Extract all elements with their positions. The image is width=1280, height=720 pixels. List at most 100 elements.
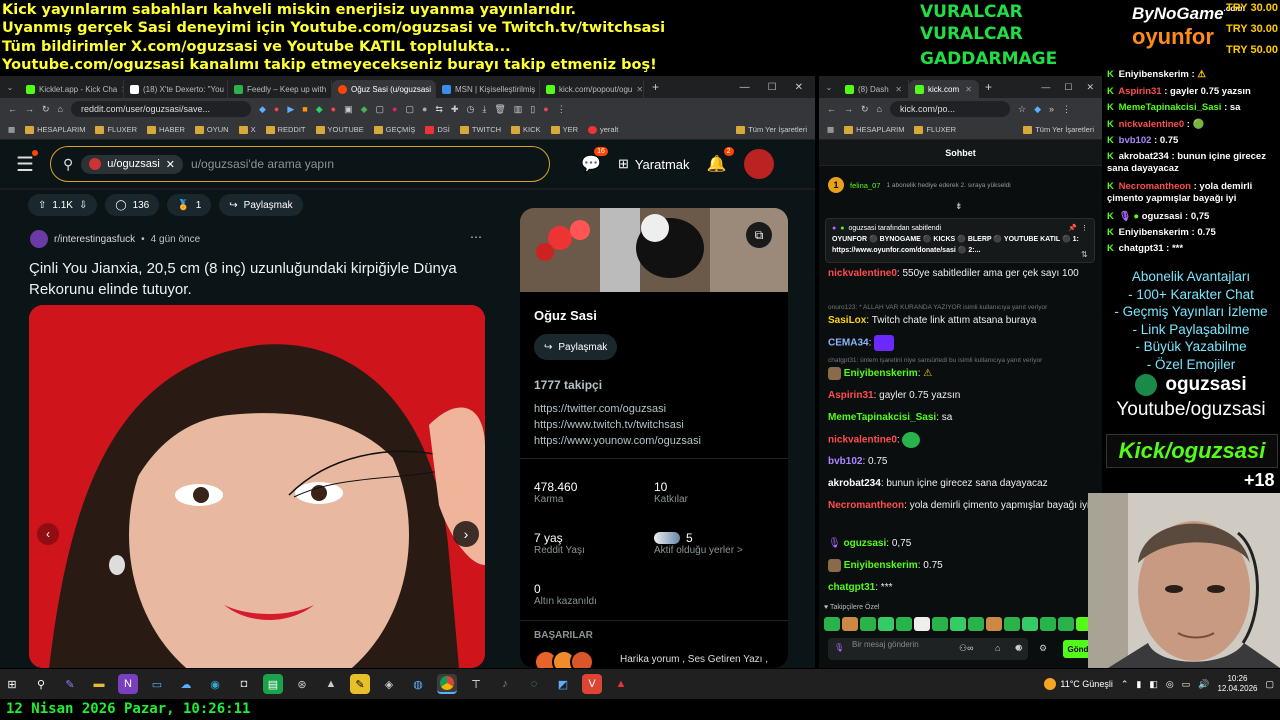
chat-username[interactable]: chatgpt31: [828, 582, 875, 593]
tab-close-icon[interactable]: ✕: [636, 85, 643, 94]
chat-message[interactable]: Necromantheon: yola demirli çimento yapm…: [828, 499, 1090, 513]
new-tab-button[interactable]: +: [652, 80, 659, 94]
extensions-puzzle-icon[interactable]: ✚: [451, 104, 459, 115]
tab-kick-popout[interactable]: kick.com/popout/ogu ✕: [540, 80, 644, 98]
app-icon[interactable]: ◈: [379, 674, 399, 694]
menu-dots-icon[interactable]: ⋮: [1062, 104, 1071, 115]
emote-icon[interactable]: [860, 617, 876, 631]
chat-username[interactable]: nickvalentine0: [828, 268, 897, 279]
forward-icon[interactable]: →: [25, 104, 34, 114]
address-bar[interactable]: kick.com/po...: [889, 101, 1010, 117]
extension-icon[interactable]: ▶: [287, 104, 294, 115]
sidebar-icon[interactable]: ▯: [530, 104, 535, 115]
chat-message[interactable]: nickvalentine0: 550ye sabitlediler ama g…: [828, 267, 1090, 281]
pinned-message[interactable]: ● ● oguzsasi tarafından sabitlendi 📌 ⋮ OYUNF…: [825, 218, 1095, 263]
tray-app-icon[interactable]: ▮: [1136, 679, 1141, 690]
chat-message[interactable]: SasiLox: Twitch chate link attım atsana …: [828, 314, 1090, 328]
pinned-more-icon[interactable]: ⋮: [1081, 223, 1088, 234]
teams-icon[interactable]: ☁: [176, 674, 196, 694]
profile-share-button[interactable]: ↪ Paylaşmak: [534, 334, 618, 360]
chat-username[interactable]: oguzsasi: [843, 538, 886, 549]
maximize-button[interactable]: ☐: [768, 82, 777, 93]
bookmark-folder[interactable]: HABER: [147, 125, 185, 134]
emote-icon[interactable]: [1040, 617, 1056, 631]
app-icon[interactable]: ▲: [321, 674, 341, 694]
profile-icon[interactable]: ●: [543, 104, 548, 114]
emote-icon[interactable]: [842, 617, 858, 631]
extension-icon[interactable]: ▣: [344, 104, 353, 115]
close-window-button[interactable]: ✕: [795, 82, 803, 93]
comments-button[interactable]: ◯ 136: [105, 194, 160, 216]
emote-icon[interactable]: [824, 617, 840, 631]
social-link-younow[interactable]: https://www.younow.com/oguzsasi: [534, 435, 701, 447]
all-bookmarks[interactable]: Tüm Yer İşaretleri: [1023, 125, 1094, 134]
create-post-button[interactable]: ⊞ Yaratmak: [618, 156, 690, 172]
chat-settings-icon[interactable]: ⚙: [1039, 643, 1047, 654]
maximize-button[interactable]: ☐: [1064, 82, 1072, 93]
bookmark-star-icon[interactable]: ☆: [1018, 104, 1026, 115]
vivaldi-icon[interactable]: V: [582, 674, 602, 694]
extension-icon[interactable]: ▢: [405, 104, 414, 115]
social-link-twitter[interactable]: https://twitter.com/oguzsasi: [534, 403, 701, 415]
weather-widget[interactable]: 11°C Güneşli: [1044, 678, 1113, 690]
extension-icon[interactable]: ◆: [259, 104, 266, 115]
extension-icon[interactable]: ●: [331, 104, 336, 114]
volume-icon[interactable]: 🔊: [1198, 679, 1209, 690]
post-title[interactable]: Çinli You Jianxia, 20,5 cm (8 inç) uzunl…: [29, 258, 489, 300]
chat-message[interactable]: Eniyibenskerim: ⚠: [828, 367, 1090, 381]
emote-icon[interactable]: [950, 617, 966, 631]
chat-message[interactable]: CEMA34:: [828, 335, 1090, 351]
bookmark-folder[interactable]: X: [238, 125, 256, 134]
chrome-icon[interactable]: [437, 674, 457, 694]
downloads-icon[interactable]: ⤓: [482, 104, 486, 115]
avatar[interactable]: [743, 149, 774, 179]
search-scope-chip[interactable]: u/oguzsasi ✕: [81, 154, 184, 174]
emote-icon[interactable]: [1022, 617, 1038, 631]
chat-icon[interactable]: 💬 16: [580, 147, 608, 175]
forward-icon[interactable]: →: [844, 104, 853, 114]
chat-message[interactable]: Aspirin31: gayler 0.75 yazsın: [828, 389, 1090, 403]
back-icon[interactable]: ←: [827, 104, 836, 114]
chat-username[interactable]: Eniyibenskerim: [844, 560, 918, 571]
history-icon[interactable]: ◷: [467, 104, 475, 115]
emote-icon[interactable]: [914, 617, 930, 631]
minimize-button[interactable]: —: [740, 82, 750, 93]
chat-username[interactable]: bvb102: [828, 456, 862, 467]
new-tab-button[interactable]: +: [985, 80, 992, 94]
emote-icon[interactable]: [896, 617, 912, 631]
edge-icon[interactable]: ◉: [205, 674, 225, 694]
app-icon[interactable]: ◍: [408, 674, 428, 694]
app-icon[interactable]: ◩: [553, 674, 573, 694]
tab-kick[interactable]: kick.com ✕: [909, 80, 979, 98]
notifications-bell-icon[interactable]: 🔔 2: [706, 147, 734, 175]
vote-pill[interactable]: ⇧ 1.1K ⇩: [28, 194, 98, 216]
bookmark-folder[interactable]: TWITCH: [459, 125, 501, 134]
extension-icon[interactable]: ■: [302, 104, 307, 114]
app-icon[interactable]: ⊤: [466, 674, 486, 694]
extension-icon[interactable]: ●: [392, 104, 397, 114]
tray-app-icon[interactable]: ◎: [1166, 679, 1174, 690]
chat-username[interactable]: Aspirin31: [828, 390, 874, 401]
delete-icon[interactable]: 🗑: [494, 104, 505, 115]
all-bookmarks[interactable]: Tüm Yer İşaretleri: [736, 125, 807, 134]
bookmark-folder[interactable]: YER: [550, 125, 578, 134]
points-icon[interactable]: ⚇∞: [959, 643, 973, 654]
store-icon[interactable]: ⌂: [995, 643, 1000, 653]
chat-username[interactable]: Eniyibenskerim: [844, 368, 918, 379]
address-bar[interactable]: reddit.com/user/oguzsasi/save...: [70, 101, 251, 117]
bookmark-folder[interactable]: FLUXER: [914, 125, 956, 134]
emote-icon[interactable]: [986, 617, 1002, 631]
chat-username[interactable]: nickvalentine0: [828, 435, 897, 446]
chat-username[interactable]: akrobat234: [828, 478, 881, 489]
close-window-button[interactable]: ✕: [1086, 82, 1094, 93]
camera-icon[interactable]: ◘: [234, 674, 254, 694]
app-icon[interactable]: ▲: [611, 674, 631, 694]
carousel-prev-button[interactable]: ‹: [37, 523, 59, 545]
file-explorer-icon[interactable]: ▬: [89, 674, 109, 694]
bookmark-folder[interactable]: FLUXER: [95, 125, 137, 134]
bookmark-folder[interactable]: yeralt: [587, 125, 618, 134]
extension-icon[interactable]: ●: [422, 104, 427, 114]
extension-icon[interactable]: ⇆: [435, 104, 443, 115]
chip-close-icon[interactable]: ✕: [166, 158, 175, 171]
bookmark-folder[interactable]: DSİ: [425, 125, 450, 134]
